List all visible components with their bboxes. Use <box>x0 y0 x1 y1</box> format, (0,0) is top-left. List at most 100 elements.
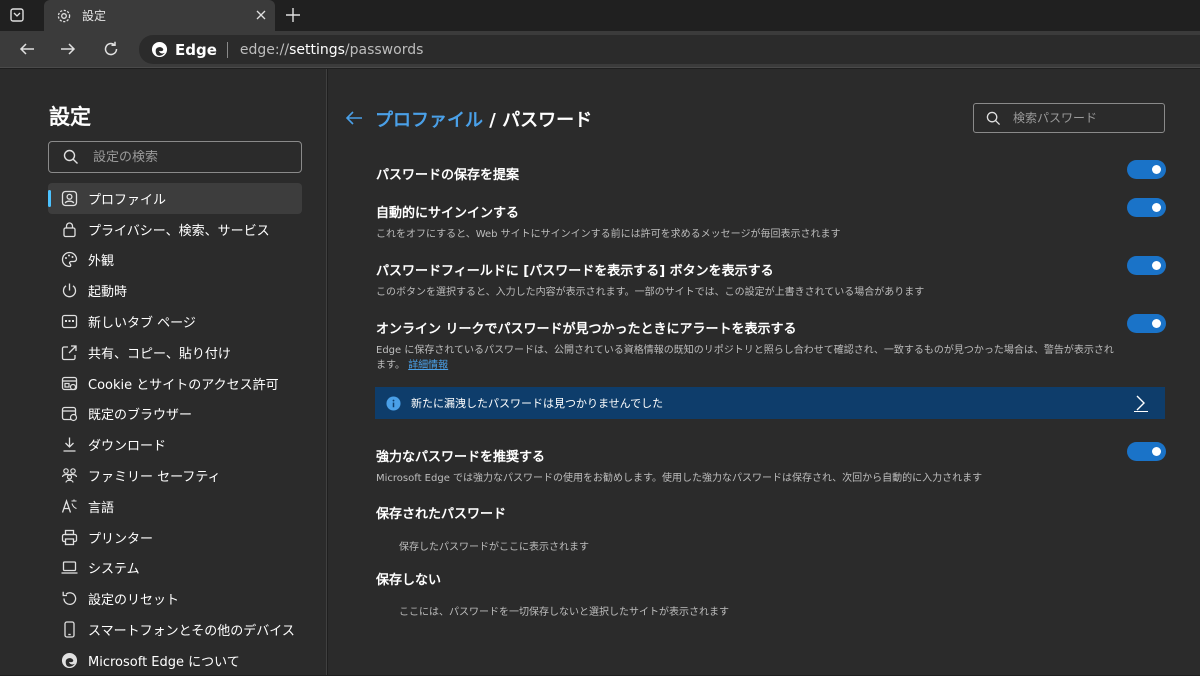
learn-more-link[interactable]: 詳細情報 <box>408 360 448 371</box>
chevron-right-icon[interactable] <box>1133 394 1149 412</box>
tab-title: 設定 <box>82 9 107 23</box>
palette-icon <box>60 251 78 269</box>
sidebar-item-new-tab-page[interactable]: 新しいタブ ページ <box>48 306 302 337</box>
sidebar-item-phone[interactable]: スマートフォンとその他のデバイス <box>48 614 302 645</box>
printer-icon <box>60 528 78 546</box>
url-text: edge://settings/passwords <box>239 41 424 58</box>
lock-icon <box>60 220 78 238</box>
setting-title: パスワードの保存を提案 <box>376 168 520 183</box>
leak-alert-toggle[interactable] <box>1127 314 1166 333</box>
sidebar-item-profile[interactable]: プロファイル <box>48 183 302 214</box>
passwords-page: プロファイル / パスワード パスワードの保存を提案 自動的にサインインする こ… <box>328 69 1200 675</box>
sidebar-item-label: 言語 <box>88 500 115 516</box>
setting-suggest-strong: 強力なパスワードを推奨する Microsoft Edge では強力なパスワードの… <box>376 442 1166 486</box>
sidebar-item-startup[interactable]: 起動時 <box>48 275 302 306</box>
sidebar-item-label: 設定のリセット <box>88 593 180 609</box>
settings-search[interactable] <box>48 141 302 173</box>
sidebar-item-downloads[interactable]: ダウンロード <box>48 429 302 460</box>
phone-icon <box>60 621 78 639</box>
suggest-strong-toggle[interactable] <box>1127 442 1166 461</box>
sidebar-item-default-browser[interactable]: 既定のブラウザー <box>48 399 302 430</box>
saved-passwords-empty: 保存したパスワードがここに表示されます <box>399 542 589 553</box>
setting-title: 自動的にサインインする <box>376 206 520 221</box>
password-search[interactable] <box>973 103 1165 133</box>
tab-settings[interactable]: 設定 <box>44 0 275 31</box>
address-bar[interactable]: Edge edge://settings/passwords <box>139 35 1200 64</box>
language-icon <box>60 497 78 515</box>
address-separator <box>226 41 228 58</box>
close-icon[interactable] <box>254 8 268 22</box>
leak-status-banner[interactable]: 新たに漏洩したパスワードは見つかりませんでした <box>375 387 1165 419</box>
search-icon <box>63 149 78 164</box>
password-search-input[interactable] <box>1013 111 1153 125</box>
gear-icon <box>55 7 73 25</box>
sidebar-item-system[interactable]: システム <box>48 553 302 584</box>
sidebar-item-appearance[interactable]: 外観 <box>48 245 302 276</box>
share-icon <box>60 343 78 361</box>
reset-icon <box>60 590 78 608</box>
breadcrumb-separator: / <box>483 110 503 131</box>
setting-description: これをオフにすると、Web サイトにサインインする前には許可を求めるメッセージが… <box>376 229 841 240</box>
sidebar-item-label: プロファイル <box>88 192 167 208</box>
setting-description: Microsoft Edge では強力なパスワードの使用をお勧めします。使用した… <box>376 473 983 484</box>
sidebar-item-label: 共有、コピー、貼り付け <box>88 346 231 362</box>
sidebar-item-languages[interactable]: 言語 <box>48 491 302 522</box>
site-permissions-icon <box>60 374 78 392</box>
back-button[interactable] <box>17 39 37 59</box>
address-brand: Edge <box>175 40 217 59</box>
sidebar-item-label: プライバシー、検索、サービス <box>88 223 270 239</box>
reveal-button-toggle[interactable] <box>1127 256 1166 275</box>
breadcrumb-profile-link[interactable]: プロファイル <box>375 110 483 131</box>
sidebar-item-label: 起動時 <box>88 285 128 301</box>
sidebar-item-reset[interactable]: 設定のリセット <box>48 583 302 614</box>
sidebar-item-share[interactable]: 共有、コピー、貼り付け <box>48 337 302 368</box>
setting-title: 強力なパスワードを推奨する <box>376 450 546 465</box>
auto-signin-toggle[interactable] <box>1127 198 1166 217</box>
sidebar-item-cookies[interactable]: Cookie とサイトのアクセス許可 <box>48 368 302 399</box>
edge-logo-icon <box>60 651 78 669</box>
sidebar-item-family[interactable]: ファミリー セーフティ <box>48 460 302 491</box>
sidebar-item-about[interactable]: Microsoft Edge について <box>48 645 302 676</box>
tab-strip: 設定 <box>0 0 1200 31</box>
sidebar-nav: プロファイル プライバシー、検索、サービス 外観 起動時 新しいタブ ページ 共… <box>48 183 302 676</box>
sidebar-item-label: Microsoft Edge について <box>88 654 240 670</box>
setting-description: このボタンを選択すると、入力した内容が表示されます。一部のサイトでは、この設定が… <box>376 287 925 298</box>
sidebar-item-label: ファミリー セーフティ <box>88 470 221 486</box>
sidebar-item-label: 既定のブラウザー <box>88 408 193 424</box>
profile-icon <box>60 189 78 207</box>
setting-title: パスワードフィールドに [パスワードを表示する] ボタンを表示する <box>376 264 774 279</box>
saved-passwords-heading: 保存されたパスワード <box>376 507 507 522</box>
new-tab-page-icon <box>60 313 78 331</box>
tab-actions-icon[interactable] <box>8 6 26 24</box>
setting-description: Edge に保存されているパスワードは、公開されている資格情報の既知のリポジトリ… <box>376 345 1114 371</box>
offer-save-toggle[interactable] <box>1127 160 1166 179</box>
family-icon <box>60 467 78 485</box>
new-tab-button[interactable] <box>284 6 302 24</box>
edge-logo-icon <box>151 41 168 58</box>
sidebar-title: 設定 <box>49 105 91 129</box>
sidebar-item-label: ダウンロード <box>88 439 167 455</box>
search-icon <box>986 111 1001 125</box>
sidebar-item-label: 新しいタブ ページ <box>88 316 196 332</box>
sidebar-item-label: Cookie とサイトのアクセス許可 <box>88 377 279 393</box>
breadcrumb: プロファイル / パスワード <box>375 106 592 132</box>
refresh-button[interactable] <box>101 39 121 59</box>
power-icon <box>60 282 78 300</box>
back-arrow-icon[interactable] <box>344 109 364 127</box>
settings-search-input[interactable] <box>93 149 293 165</box>
sidebar-item-privacy[interactable]: プライバシー、検索、サービス <box>48 214 302 245</box>
sidebar-item-label: システム <box>88 562 140 578</box>
forward-button[interactable] <box>58 39 78 59</box>
info-icon <box>386 395 401 411</box>
sidebar-item-label: 外観 <box>88 254 115 270</box>
page-title: パスワード <box>502 110 593 131</box>
sidebar-item-label: プリンター <box>88 531 154 547</box>
leak-status-text: 新たに漏洩したパスワードは見つかりませんでした <box>411 397 664 410</box>
laptop-icon <box>60 559 78 577</box>
sidebar-item-printers[interactable]: プリンター <box>48 522 302 553</box>
setting-reveal-button: パスワードフィールドに [パスワードを表示する] ボタンを表示する このボタンを… <box>376 256 1166 300</box>
download-icon <box>60 436 78 454</box>
setting-title: オンライン リークでパスワードが見つかったときにアラートを表示する <box>376 322 797 337</box>
settings-sidebar: 設定 プロファイル プライバシー、検索、サービス 外観 起動時 新しいタブ ペー… <box>0 69 327 675</box>
toolbar: Edge edge://settings/passwords <box>0 31 1200 68</box>
